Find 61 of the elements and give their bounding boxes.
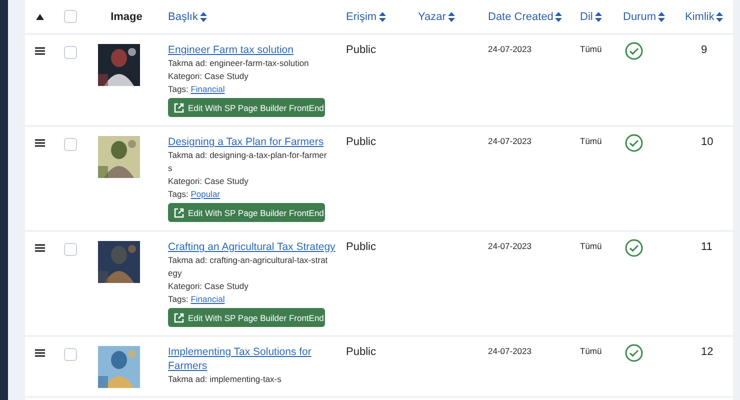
category-text: Kategori: Case Study: [168, 175, 248, 188]
row-checkbox[interactable]: [64, 138, 76, 151]
select-all-checkbox[interactable]: [64, 10, 76, 23]
published-icon[interactable]: [625, 344, 643, 362]
column-header[interactable]: Kimlik: [685, 10, 724, 22]
date-text: 24-07-2023: [488, 346, 532, 356]
title-link[interactable]: Engineer Farm tax solution: [168, 43, 294, 57]
id-text: 11: [701, 241, 712, 253]
language-text: Tümü: [580, 346, 602, 356]
drag-handle-icon[interactable]: [35, 47, 45, 55]
tag-link[interactable]: Financial: [190, 84, 225, 94]
published-icon[interactable]: [625, 42, 643, 60]
drag-handle-icon[interactable]: [35, 244, 45, 252]
tag-link[interactable]: Popular: [190, 189, 220, 199]
drag-handle-icon[interactable]: [35, 349, 45, 357]
tags-text: Tags: Popular: [168, 188, 220, 201]
access-text: Public: [346, 136, 376, 148]
row-checkbox[interactable]: [64, 46, 76, 59]
title-link[interactable]: Crafting an Agricultural Tax Strategy: [168, 240, 336, 254]
published-icon[interactable]: [625, 134, 643, 152]
title-link[interactable]: Implementing Tax Solutions for Farmers: [168, 345, 338, 373]
language-text: Tümü: [580, 44, 602, 54]
category-text: Kategori: Case Study: [168, 70, 248, 83]
access-text: Public: [346, 241, 376, 253]
column-header[interactable]: Durum: [623, 10, 666, 22]
column-header[interactable]: Dil: [580, 10, 602, 22]
edit-button[interactable]: Edit With SP Page Builder FrontEnd: [168, 308, 325, 327]
alias-text: Takma ad: designing-a-tax-plan-for-farmers: [168, 149, 328, 175]
drag-handle-icon[interactable]: [35, 139, 45, 147]
sort-up-icon[interactable]: [36, 14, 44, 20]
column-header[interactable]: Date Created: [488, 10, 562, 22]
published-icon[interactable]: [625, 239, 643, 257]
row-checkbox[interactable]: [64, 243, 76, 256]
language-text: Tümü: [580, 241, 602, 251]
tags-text: Tags: Financial: [168, 293, 225, 306]
column-header: Image: [110, 10, 142, 22]
external-link-icon: [174, 312, 184, 322]
column-header[interactable]: Yazar: [418, 10, 455, 22]
language-text: Tümü: [580, 136, 602, 146]
id-text: 12: [701, 346, 714, 358]
alias-text: Takma ad: crafting-an-agricultural-tax-strategy: [168, 254, 328, 280]
column-header[interactable]: Erişim: [346, 10, 386, 22]
date-text: 24-07-2023: [488, 136, 532, 146]
external-link-icon: [174, 102, 184, 112]
date-text: 24-07-2023: [488, 44, 532, 54]
access-text: Public: [346, 346, 376, 358]
tags-text: Tags: Financial: [168, 83, 225, 96]
title-link[interactable]: Designing a Tax Plan for Farmers: [168, 135, 324, 149]
row-checkbox[interactable]: [64, 348, 76, 361]
alias-text: Takma ad: engineer-farm-tax-solution: [168, 57, 310, 70]
category-text: Kategori: Case Study: [168, 280, 248, 293]
id-text: 10: [701, 136, 714, 148]
access-text: Public: [346, 44, 376, 56]
tag-link[interactable]: Financial: [190, 294, 225, 304]
date-text: 24-07-2023: [488, 241, 532, 251]
edit-button[interactable]: Edit With SP Page Builder FrontEnd: [168, 98, 325, 117]
id-text: 9: [701, 44, 708, 56]
edit-button[interactable]: Edit With SP Page Builder FrontEnd: [168, 203, 325, 222]
external-link-icon: [174, 208, 184, 218]
column-header[interactable]: Başlık: [168, 10, 207, 22]
alias-text: Takma ad: implementing-tax-s: [168, 373, 282, 386]
